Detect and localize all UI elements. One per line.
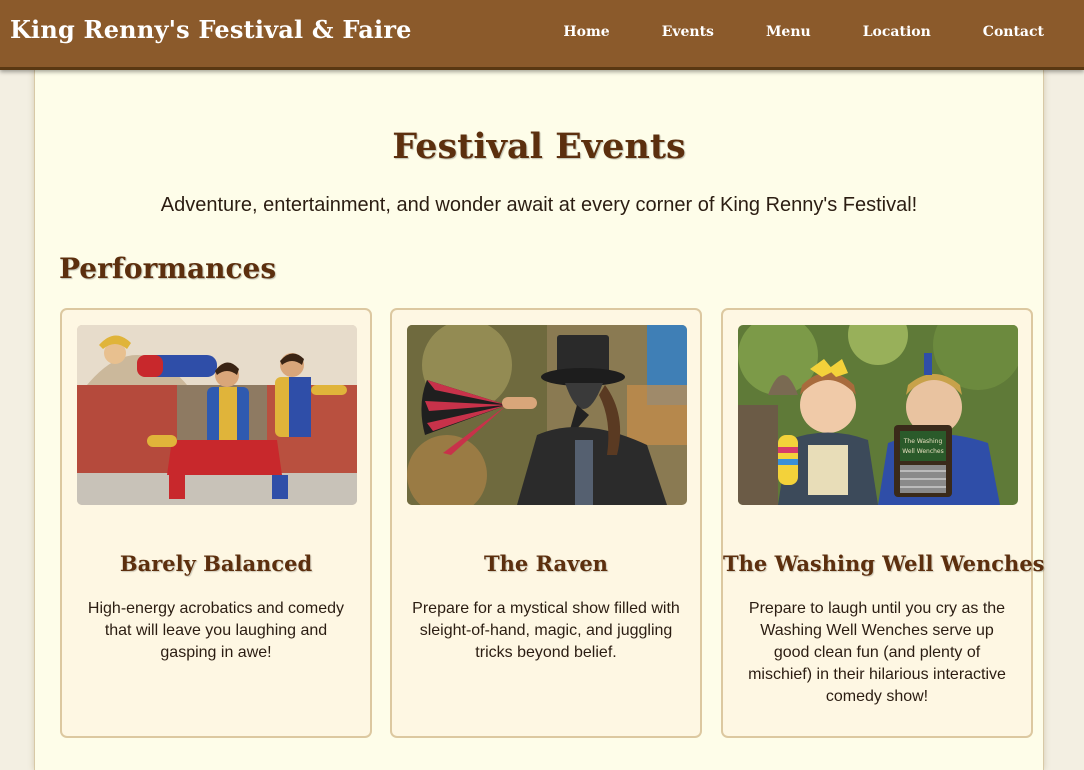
nav-link-menu[interactable]: Menu (766, 24, 811, 40)
nav-link-location[interactable]: Location (863, 24, 931, 40)
the-raven-photo (407, 325, 687, 505)
main-content-panel: Festival Events Adventure, entertainment… (34, 70, 1045, 770)
nav-links: Home Events Menu Location Contact (511, 24, 1044, 40)
page-subtitle: Adventure, entertainment, and wonder awa… (160, 194, 918, 216)
event-card-barely-balanced: Barely Balanced High-energy acrobatics a… (60, 308, 372, 738)
section-heading-performances: Performances (59, 252, 277, 285)
site-title[interactable]: King Renny's Festival & Faire (10, 15, 412, 44)
svg-text:The Washing: The Washing (903, 438, 943, 445)
card-description: High-energy acrobatics and comedy that w… (87, 600, 345, 661)
card-title: The Raven (484, 551, 608, 576)
barely-balanced-photo (77, 325, 357, 505)
nav-link-contact[interactable]: Contact (983, 24, 1044, 40)
event-card-washing-well-wenches: The Washing Well Wenches The Washing Wel… (721, 308, 1045, 738)
nav-link-home[interactable]: Home (563, 24, 609, 40)
card-title: Barely Balanced (119, 551, 313, 576)
svg-text:Well Wenches: Well Wenches (902, 448, 944, 455)
card-description: Prepare for a mystical show filled with … (412, 600, 680, 661)
card-title: The Washing Well Wenches (723, 551, 1045, 576)
event-card-the-raven: The Raven Prepare for a mystical show fi… (390, 308, 702, 738)
washing-well-wenches-photo: The Washing Well Wenches (738, 325, 1018, 505)
top-navigation-bar: King Renny's Festival & Faire Home Event… (0, 0, 1084, 70)
page-title: Festival Events (392, 126, 686, 167)
card-description: Prepare to laugh until you cry as the Wa… (748, 600, 1006, 705)
nav-link-events[interactable]: Events (662, 24, 714, 40)
